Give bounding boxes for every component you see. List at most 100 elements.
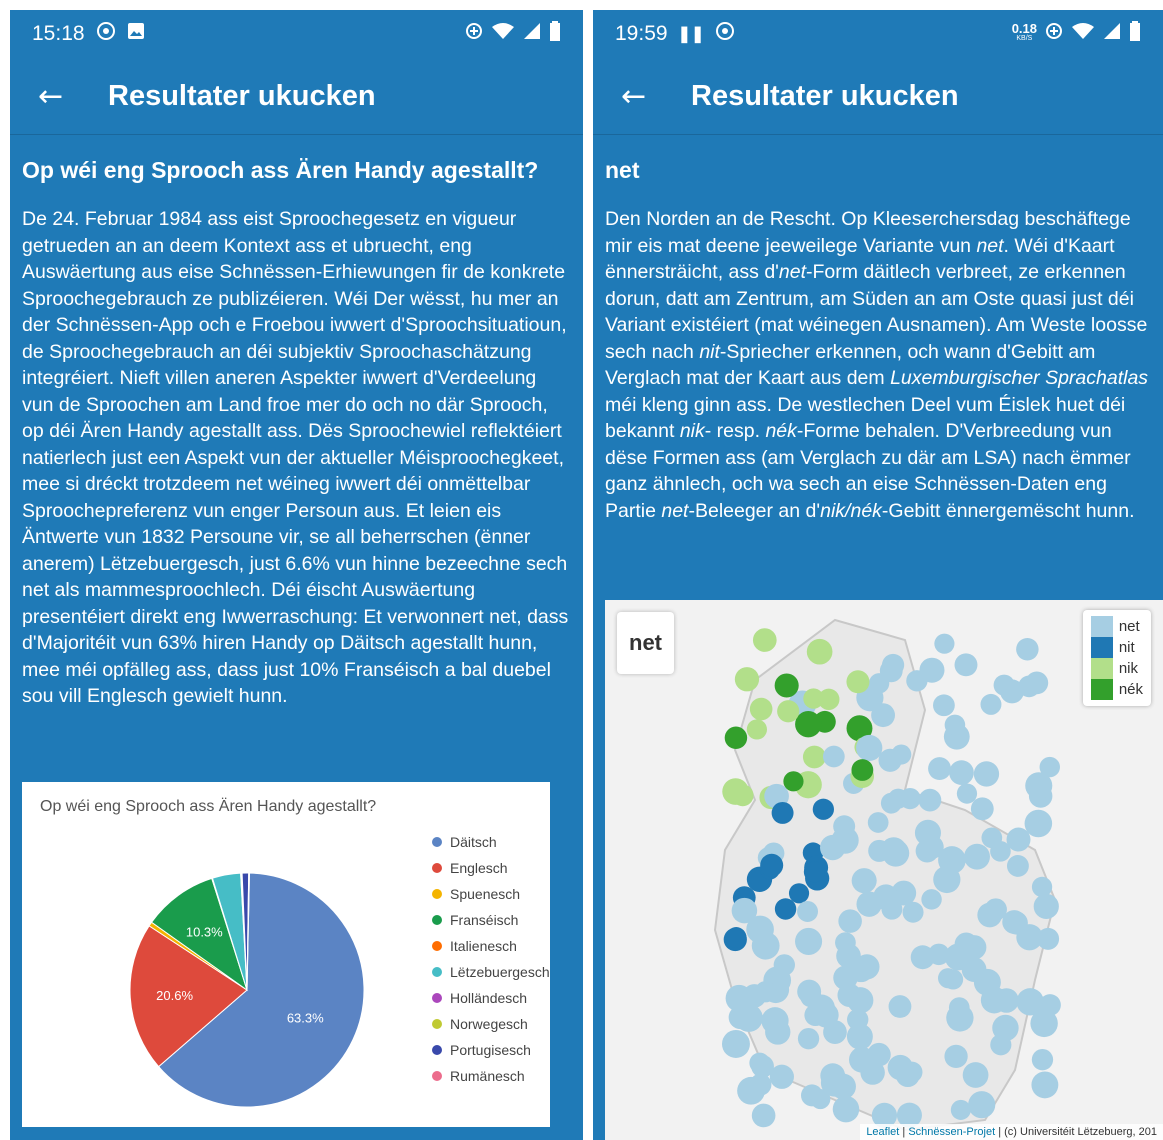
- map-point-net[interactable]: [1024, 809, 1053, 838]
- map-point-net[interactable]: [836, 943, 861, 969]
- map-point-net[interactable]: [860, 1060, 885, 1085]
- map-point-nit[interactable]: [788, 883, 810, 904]
- map-point-net[interactable]: [919, 657, 945, 683]
- map-point-nik[interactable]: [818, 688, 840, 711]
- map-point-net[interactable]: [721, 1029, 750, 1058]
- map-point-net[interactable]: [795, 927, 823, 955]
- legend-item[interactable]: Englesch: [432, 860, 508, 876]
- map-canvas[interactable]: [605, 600, 1163, 1140]
- map-point-nik[interactable]: [802, 745, 826, 769]
- map-point-nit[interactable]: [803, 861, 825, 883]
- map-point-net[interactable]: [797, 900, 819, 922]
- map-point-net[interactable]: [838, 909, 862, 933]
- map-point-net[interactable]: [879, 659, 903, 683]
- map-point-net[interactable]: [1031, 876, 1053, 898]
- map-point-nik[interactable]: [806, 638, 833, 665]
- map-point-net[interactable]: [962, 1062, 989, 1088]
- map-point-net[interactable]: [973, 761, 1000, 787]
- legend-item[interactable]: Rumänesch: [432, 1068, 525, 1084]
- map-point-nék[interactable]: [724, 726, 748, 750]
- map-point-net[interactable]: [992, 1014, 1019, 1042]
- map-point-net[interactable]: [933, 694, 955, 717]
- map-point-net[interactable]: [888, 995, 912, 1018]
- map-point-nit[interactable]: [774, 898, 797, 920]
- map-point-nit[interactable]: [771, 801, 794, 824]
- legend-item[interactable]: Lëtzebuergesch: [432, 964, 550, 980]
- back-arrow-icon[interactable]: ←: [621, 79, 691, 114]
- map-point-net[interactable]: [871, 703, 896, 728]
- map-point-nik[interactable]: [749, 697, 773, 721]
- map-point-net[interactable]: [968, 1091, 996, 1119]
- map-point-nit[interactable]: [812, 798, 834, 820]
- map-point-net[interactable]: [980, 693, 1002, 715]
- map-point-net[interactable]: [920, 835, 944, 859]
- map-point-net[interactable]: [944, 714, 966, 736]
- map-point-net[interactable]: [823, 1020, 847, 1044]
- legend-item[interactable]: Italienesch: [432, 938, 517, 954]
- map-point-net[interactable]: [822, 745, 845, 768]
- map-point-nék[interactable]: [851, 759, 874, 781]
- map-point-net[interactable]: [934, 633, 955, 654]
- map-point-net[interactable]: [833, 815, 856, 838]
- map-point-net[interactable]: [765, 1019, 791, 1045]
- map-point-net[interactable]: [832, 1095, 860, 1123]
- map-point-net[interactable]: [970, 797, 994, 821]
- map-point-net[interactable]: [1037, 927, 1060, 950]
- map-point-net[interactable]: [769, 1064, 794, 1089]
- map-point-net[interactable]: [880, 792, 902, 814]
- map-point-net[interactable]: [754, 981, 777, 1003]
- map-point-net[interactable]: [993, 674, 1015, 696]
- map-point-net[interactable]: [928, 943, 950, 966]
- map-point-net[interactable]: [734, 1003, 763, 1032]
- map-point-net[interactable]: [1039, 994, 1061, 1016]
- map-point-nik[interactable]: [752, 628, 777, 652]
- map-point-net[interactable]: [973, 968, 1001, 996]
- map-point-nik[interactable]: [722, 778, 749, 805]
- map-point-net[interactable]: [964, 843, 990, 870]
- map-point-net[interactable]: [954, 653, 978, 677]
- map-point-net[interactable]: [887, 1054, 913, 1081]
- map-point-net[interactable]: [797, 979, 822, 1004]
- map-point-nit[interactable]: [760, 853, 784, 877]
- map-point-nik[interactable]: [777, 700, 800, 723]
- map-point-net[interactable]: [944, 1044, 968, 1069]
- map-point-net[interactable]: [954, 932, 978, 956]
- map-point-nék[interactable]: [774, 673, 799, 698]
- legend-item[interactable]: Norwegesch: [432, 1016, 528, 1032]
- dialect-map[interactable]: net net nit nik nék Leaflet | Schnëssen-Pro…: [605, 600, 1163, 1140]
- map-point-net[interactable]: [751, 931, 780, 960]
- map-point-net[interactable]: [956, 783, 978, 804]
- map-point-net[interactable]: [820, 834, 846, 861]
- map-point-net[interactable]: [873, 884, 899, 910]
- map-point-net[interactable]: [867, 812, 889, 833]
- project-link[interactable]: Schnëssen-Projet: [908, 1126, 995, 1138]
- map-point-net[interactable]: [1033, 893, 1059, 919]
- map-point-net[interactable]: [950, 1099, 971, 1120]
- map-point-net[interactable]: [751, 1103, 776, 1128]
- leaflet-link[interactable]: Leaflet: [866, 1126, 899, 1138]
- map-point-net[interactable]: [1016, 638, 1039, 661]
- map-point-net[interactable]: [937, 968, 959, 989]
- map-point-net[interactable]: [1006, 854, 1029, 877]
- legend-item[interactable]: Däitsch: [432, 834, 497, 850]
- map-point-nik[interactable]: [734, 667, 760, 692]
- back-arrow-icon[interactable]: ←: [38, 79, 108, 114]
- map-point-net[interactable]: [833, 965, 858, 991]
- map-point-net[interactable]: [1039, 756, 1061, 778]
- map-point-nik[interactable]: [746, 719, 767, 740]
- map-point-net[interactable]: [981, 827, 1003, 849]
- map-point-net[interactable]: [797, 1027, 820, 1050]
- map-point-net[interactable]: [1031, 1049, 1054, 1071]
- map-point-net[interactable]: [847, 1008, 869, 1031]
- map-point-nik[interactable]: [846, 670, 870, 694]
- map-point-net[interactable]: [804, 1004, 827, 1027]
- legend-item[interactable]: Franséisch: [432, 912, 518, 928]
- map-point-nit[interactable]: [725, 927, 747, 948]
- map-point-net[interactable]: [949, 760, 974, 785]
- map-point-net[interactable]: [1031, 1071, 1059, 1099]
- map-point-net[interactable]: [820, 1069, 849, 1097]
- map-point-net[interactable]: [851, 868, 877, 894]
- map-point-nék[interactable]: [795, 711, 822, 738]
- legend-item[interactable]: Holländesch: [432, 990, 527, 1006]
- map-point-nék[interactable]: [783, 771, 804, 792]
